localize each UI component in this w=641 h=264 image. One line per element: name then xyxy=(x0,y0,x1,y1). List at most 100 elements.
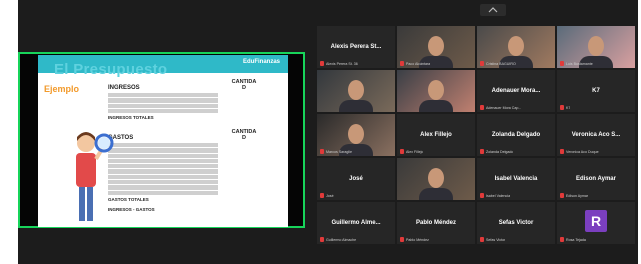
participant-label: K7 xyxy=(560,105,570,110)
mic-muted-icon xyxy=(400,237,404,242)
participant-tile[interactable]: Luis Bustamante xyxy=(557,26,635,68)
mic-muted-icon xyxy=(560,237,564,242)
collapse-button[interactable] xyxy=(480,4,506,16)
mic-muted-icon xyxy=(400,149,404,154)
gastos-row xyxy=(108,174,218,180)
participant-body xyxy=(419,100,453,112)
participant-face xyxy=(428,80,444,100)
participant-name: K7 xyxy=(592,87,600,94)
participant-label: Veronica Aco Duque xyxy=(560,149,599,154)
participant-label: Guillermo Almache xyxy=(320,237,356,242)
participant-face xyxy=(348,80,364,100)
participant-tile[interactable]: K7 K7 xyxy=(557,70,635,112)
participant-label: Cristina BAGUIRO xyxy=(480,61,516,66)
gastos-block: GASTOS GASTOS TOTALES INGRESOS - GASTOS xyxy=(108,135,218,213)
ingresos-block: INGRESOS INGRESOS TOTALES xyxy=(108,85,218,121)
gastos-row xyxy=(108,190,218,195)
participant-tile[interactable]: Alexis Perera St... Alexis Perera St. 36 xyxy=(317,26,395,68)
gastos-row xyxy=(108,143,218,148)
participant-tile[interactable]: Edison Aymar Edison Aymar xyxy=(557,158,635,200)
participant-label-text: Marcos Saraglie xyxy=(326,149,352,154)
participant-tile[interactable]: Alex Fillejo Alex Fillejo xyxy=(397,114,475,156)
gastos-row xyxy=(108,169,218,174)
gastos-totales: GASTOS TOTALES xyxy=(108,196,149,202)
participant-label: Alex Fillejo xyxy=(400,149,423,154)
participant-tile[interactable] xyxy=(397,158,475,200)
participant-tile[interactable]: Cristina BAGUIRO xyxy=(477,26,555,68)
participant-tile[interactable]: Veronica Aco S... Veronica Aco Duque xyxy=(557,114,635,156)
participant-label: Alexis Perera St. 36 xyxy=(320,61,358,66)
participant-tile[interactable]: Pablo Méndez Pablo Méndez xyxy=(397,202,475,244)
mic-muted-icon xyxy=(400,61,404,66)
cantidad-label-1: CANTIDA D xyxy=(231,79,257,91)
mic-muted-icon xyxy=(480,193,484,198)
participant-label-text: K7 xyxy=(566,105,571,110)
participant-tile[interactable]: Marcos Saraglie xyxy=(317,114,395,156)
participant-label-text: Alexis Perera St. 36 xyxy=(326,61,358,66)
participant-body xyxy=(339,100,373,112)
mic-muted-icon xyxy=(480,149,484,154)
participant-label: José xyxy=(320,193,334,198)
participant-name: Zolanda Delgado xyxy=(491,131,541,138)
gastos-row xyxy=(108,158,218,164)
participant-tile[interactable]: Adenauer Mora... Adenauer Mora Cap... xyxy=(477,70,555,112)
gastos-row xyxy=(108,153,218,158)
participant-tile[interactable]: R Rosa Tejada xyxy=(557,202,635,244)
participant-label: Rosa Tejada xyxy=(560,237,586,242)
shared-screen[interactable]: EduFinanzas El Presupuesto Ejemplo INGRE… xyxy=(18,52,305,228)
ingresos-header: INGRESOS xyxy=(108,85,140,91)
participant-label-text: Edison Aymar xyxy=(566,193,589,198)
participant-name: José xyxy=(349,175,363,182)
cantidad-label-2: CANTIDA D xyxy=(231,129,257,141)
mic-muted-icon xyxy=(480,237,484,242)
chevron-up-icon xyxy=(488,7,498,13)
ingresos-row xyxy=(108,93,218,98)
gastos-row xyxy=(108,148,218,153)
slide-brand-logo: EduFinanzas xyxy=(242,59,280,65)
participant-video xyxy=(317,70,395,112)
participant-tile[interactable] xyxy=(317,70,395,112)
participant-name: Veronica Aco S... xyxy=(571,131,621,138)
participant-name: Guillermo Alme... xyxy=(331,219,381,226)
participant-label: Isabel Valencia xyxy=(480,193,510,198)
participant-label-text: Paco Alcántara xyxy=(406,61,431,66)
slide-title: El Presupuesto xyxy=(54,61,168,78)
participant-name: Alexis Perera St... xyxy=(330,43,382,50)
mic-muted-icon xyxy=(320,149,324,154)
participant-tile[interactable]: Paco Alcántara xyxy=(397,26,475,68)
participant-label: Zolanda Delgado xyxy=(480,149,513,154)
participant-tile[interactable] xyxy=(397,70,475,112)
participant-label: Sefas Victor xyxy=(480,237,505,242)
mic-muted-icon xyxy=(320,237,324,242)
participant-tile[interactable]: Zolanda Delgado Zolanda Delgado xyxy=(477,114,555,156)
participant-name: Edison Aymar xyxy=(576,175,616,182)
mic-muted-icon xyxy=(480,61,484,66)
participant-label-text: Veronica Aco Duque xyxy=(566,149,599,154)
participant-label-text: Adenauer Mora Cap... xyxy=(486,105,522,110)
participant-face xyxy=(428,36,444,56)
participant-name: Adenauer Mora... xyxy=(491,87,541,94)
participant-label: Edison Aymar xyxy=(560,193,588,198)
participant-tile[interactable]: José José xyxy=(317,158,395,200)
participant-face xyxy=(508,36,524,56)
participant-name: Pablo Méndez xyxy=(415,219,456,226)
participant-label-text: Pablo Méndez xyxy=(406,237,429,242)
participant-tile[interactable]: Guillermo Alme... Guillermo Almache xyxy=(317,202,395,244)
participant-label: Luis Bustamante xyxy=(560,61,593,66)
mic-muted-icon xyxy=(480,105,484,110)
gastos-row xyxy=(108,164,218,169)
participant-label-text: Cristina BAGUIRO xyxy=(486,61,516,66)
participant-tile[interactable]: Isabel Valencia Isabel Valencia xyxy=(477,158,555,200)
participant-label: Adenauer Mora Cap... xyxy=(480,105,521,110)
mic-muted-icon xyxy=(560,193,564,198)
mic-muted-icon xyxy=(560,105,564,110)
participant-label: Pablo Méndez xyxy=(400,237,429,242)
participant-name: Sefas Victor xyxy=(498,219,534,226)
participant-tile[interactable]: Sefas Victor Sefas Victor xyxy=(477,202,555,244)
mic-muted-icon xyxy=(320,193,324,198)
participant-label-text: Sefas Victor xyxy=(486,237,506,242)
participant-name: Isabel Valencia xyxy=(494,175,538,182)
participant-label-text: Rosa Tejada xyxy=(566,237,586,242)
participant-body xyxy=(419,188,453,200)
slide-subtitle: Ejemplo xyxy=(44,84,80,94)
